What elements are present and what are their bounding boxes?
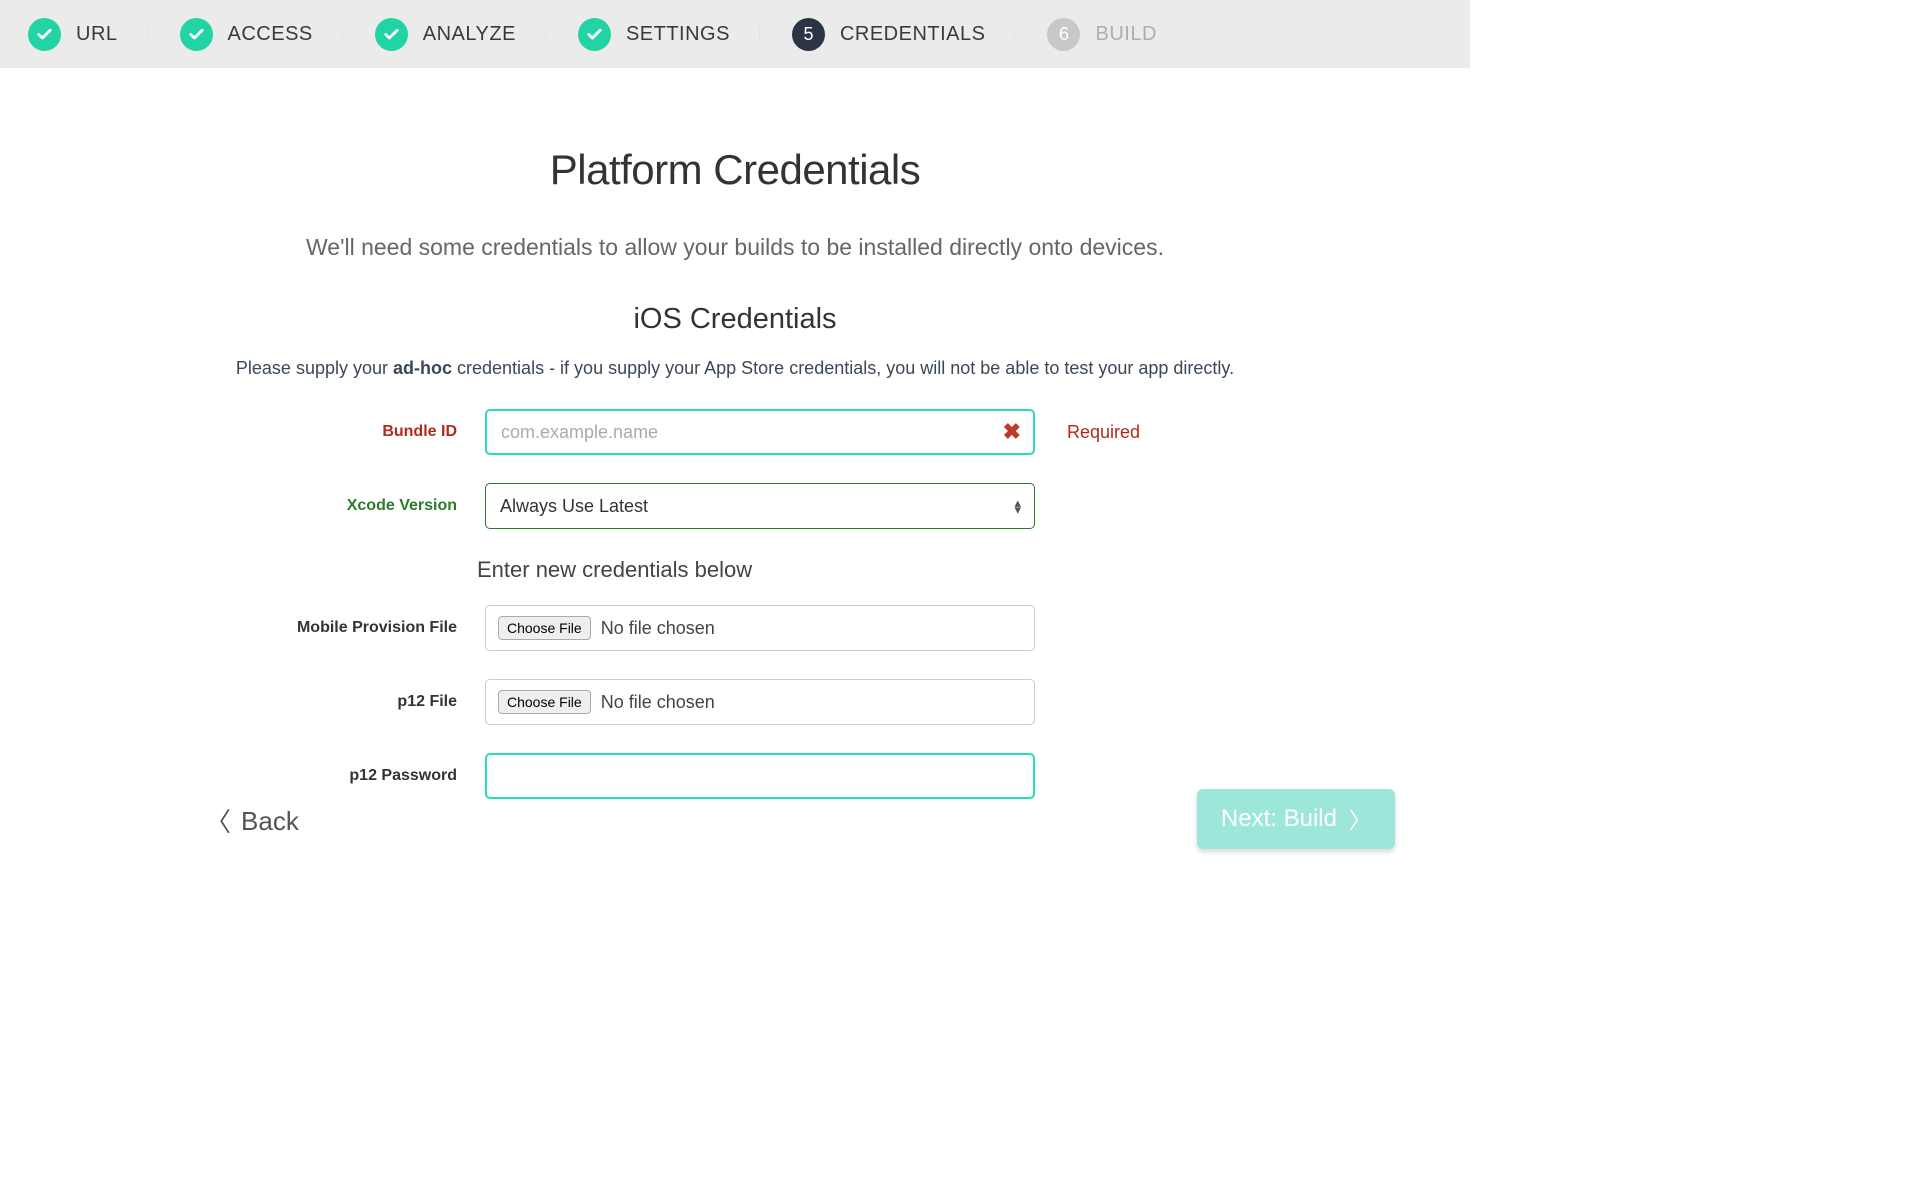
step-url[interactable]: URL — [0, 18, 152, 51]
next-button[interactable]: Next: Build 〉 — [1197, 789, 1395, 849]
main-content: Platform Credentials We'll need some cre… — [185, 68, 1285, 799]
wizard-stepper: URL ACCESS ANALYZE SETTINGS 5 CREDENTIAL… — [0, 0, 1470, 68]
check-icon — [578, 18, 611, 51]
step-analyze[interactable]: ANALYZE — [347, 18, 550, 51]
step-number-icon: 6 — [1047, 18, 1080, 51]
field-bundle-id: Bundle ID ✖ Required — [205, 409, 1265, 455]
sub-heading: Enter new credentials below — [477, 557, 1265, 583]
step-label: CREDENTIALS — [840, 23, 986, 46]
p12-password-input[interactable] — [485, 753, 1035, 799]
xcode-version-select[interactable]: Always Use Latest — [485, 483, 1035, 529]
page-title: Platform Credentials — [185, 146, 1285, 194]
label-provision-file: Mobile Provision File — [205, 619, 485, 637]
label-p12-password: p12 Password — [205, 767, 485, 785]
field-p12-file: p12 File Choose File No file chosen — [205, 679, 1265, 725]
check-icon — [180, 18, 213, 51]
section-heading: iOS Credentials — [185, 303, 1285, 336]
check-icon — [28, 18, 61, 51]
choose-file-button[interactable]: Choose File — [498, 690, 591, 714]
step-label: ANALYZE — [423, 23, 516, 46]
step-label: ACCESS — [228, 23, 313, 46]
file-chosen-text: No file chosen — [601, 692, 715, 713]
field-p12-password: p12 Password — [205, 753, 1265, 799]
step-build[interactable]: 6 BUILD — [1019, 18, 1190, 51]
step-credentials[interactable]: 5 CREDENTIALS — [764, 18, 1020, 51]
field-xcode-version: Xcode Version Always Use Latest ▴▾ — [205, 483, 1265, 529]
back-button[interactable]: 〈 Back — [205, 806, 299, 837]
credentials-form: Bundle ID ✖ Required Xcode Version Alway… — [205, 409, 1265, 799]
label-bundle-id: Bundle ID — [205, 423, 485, 441]
section-note: Please supply your ad-hoc credentials - … — [185, 358, 1285, 379]
step-number-icon: 5 — [792, 18, 825, 51]
step-label: URL — [76, 23, 118, 46]
step-settings[interactable]: SETTINGS — [550, 18, 764, 51]
step-label: BUILD — [1095, 23, 1156, 46]
step-access[interactable]: ACCESS — [152, 18, 347, 51]
page-subtitle: We'll need some credentials to allow you… — [185, 234, 1285, 261]
p12-file-input[interactable]: Choose File No file chosen — [485, 679, 1035, 725]
bundle-id-required: Required — [1035, 422, 1205, 443]
choose-file-button[interactable]: Choose File — [498, 616, 591, 640]
field-provision-file: Mobile Provision File Choose File No fil… — [205, 605, 1265, 651]
chevron-left-icon: 〈 — [205, 809, 231, 835]
label-xcode-version: Xcode Version — [205, 497, 485, 515]
bundle-id-input[interactable] — [485, 409, 1035, 455]
close-icon[interactable]: ✖ — [1003, 419, 1021, 445]
check-icon — [375, 18, 408, 51]
chevron-right-icon: 〉 — [1349, 803, 1371, 835]
label-p12-file: p12 File — [205, 693, 485, 711]
step-label: SETTINGS — [626, 23, 730, 46]
provision-file-input[interactable]: Choose File No file chosen — [485, 605, 1035, 651]
file-chosen-text: No file chosen — [601, 618, 715, 639]
